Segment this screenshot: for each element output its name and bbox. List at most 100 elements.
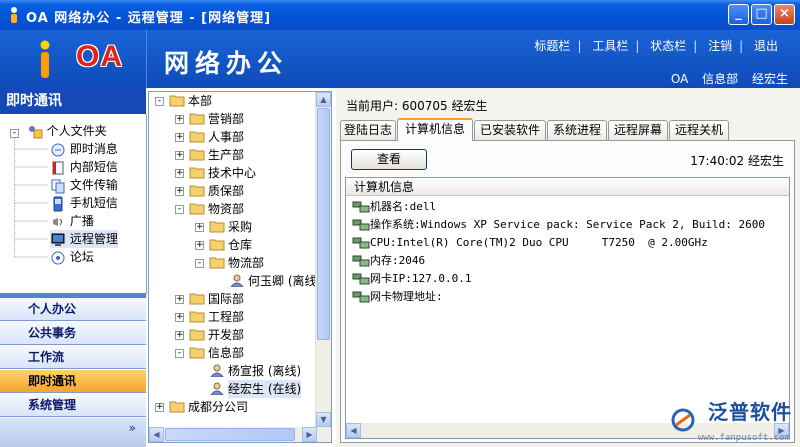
logo-figure-icon (40, 40, 50, 78)
menu-separator: | (635, 39, 640, 53)
user-info: OA 信息部 经宏生 (661, 70, 788, 87)
menu-exit[interactable]: 退出 (754, 39, 778, 53)
tree-node-label: 人事部 (208, 130, 245, 144)
main-panel: 当前用户: 600705 经宏生 登陆日志 计算机信息 已安装软件 系统进程 远… (336, 88, 800, 447)
tree-item-label: 广播 (69, 214, 94, 228)
expand-icon[interactable]: + (175, 169, 184, 178)
tree-item-label: 内部短信 (69, 160, 118, 174)
collapse-icon[interactable]: - (195, 259, 204, 268)
nav-instant-messaging[interactable]: 即时通讯 (0, 370, 146, 393)
info-row-text: CPU:Intel(R) Core(TM)2 Duo CPU T7250 @ 2… (370, 236, 708, 249)
view-button[interactable]: 查看 (351, 149, 427, 170)
info-row[interactable]: 操作系统:Windows XP Service pack: Service Pa… (352, 216, 765, 234)
info-row[interactable]: CPU:Intel(R) Core(TM)2 Duo CPU T7250 @ 2… (352, 234, 708, 252)
network-computer-icon (352, 255, 370, 267)
info-row-text: 网卡物理地址: (370, 290, 443, 303)
tab-installed-software[interactable]: 已安装软件 (474, 120, 546, 140)
scroll-up-icon[interactable]: ▲ (316, 92, 331, 107)
minimize-button[interactable]: _ (728, 4, 749, 25)
info-row-text: 操作系统:Windows XP Service pack: Service Pa… (370, 218, 765, 231)
network-computer-icon (352, 237, 370, 249)
tab-system-process[interactable]: 系统进程 (547, 120, 607, 140)
window-titlebar[interactable]: OA 网络办公 - 远程管理 - [网络管理] _ □ × (0, 0, 800, 30)
expand-icon[interactable]: + (175, 331, 184, 340)
tree-item-mobile-sms[interactable]: 手机短信 (50, 194, 118, 212)
expand-icon[interactable]: + (175, 295, 184, 304)
tree-item-file-transfer[interactable]: 文件传输 (50, 176, 118, 194)
expand-icon[interactable]: + (175, 115, 184, 124)
collapse-icon[interactable]: - (10, 129, 19, 138)
folder-icon (209, 221, 225, 233)
nav-public-affairs[interactable]: 公共事务 (0, 322, 146, 345)
folder-icon (189, 113, 205, 125)
org-tree-panel: - 本部 + 营销部 + 人事部 + 生产部 + 技术中心 + 质保部 - 物资部 + 采购 + 仓库 - 物流部… (148, 91, 332, 443)
expand-icon[interactable]: + (195, 241, 204, 250)
info-row[interactable]: 网卡物理地址: (352, 288, 443, 306)
menu-logout[interactable]: 注销 (708, 39, 732, 53)
user-app: OA (670, 72, 689, 86)
expand-icon[interactable]: + (155, 403, 164, 412)
tree-item-internal-sms[interactable]: 内部短信 (50, 158, 118, 176)
tree-item-label: 远程管理 (69, 232, 118, 246)
header-divider (146, 30, 147, 88)
nav-system-management[interactable]: 系统管理 (0, 394, 146, 417)
tree-node-label: 物流部 (228, 256, 265, 270)
close-button[interactable]: × (774, 4, 795, 25)
vertical-scrollbar[interactable]: ▲ ▼ (315, 92, 331, 442)
scroll-left-icon[interactable]: ◀ (149, 427, 164, 442)
left-panel-title: 即时通讯 (0, 88, 146, 114)
network-computer-icon (352, 219, 370, 231)
expand-icon[interactable]: + (175, 187, 184, 196)
folder-icon (189, 311, 205, 323)
nav-personal-office[interactable]: 个人办公 (0, 298, 146, 321)
personal-folder-icon (28, 125, 43, 138)
tree-item-broadcast[interactable]: 广播 (50, 212, 94, 230)
tree-item-forum[interactable]: 论坛 (50, 248, 94, 266)
user-name: 经宏生 (751, 72, 788, 86)
expand-icon[interactable]: + (175, 313, 184, 322)
time-user-label: 17:40:02 经宏生 (690, 154, 784, 168)
info-row-text: 机器名:dell (370, 200, 437, 213)
horizontal-scrollbar[interactable]: ◀ ▶ (149, 427, 317, 442)
tab-login-log[interactable]: 登陆日志 (340, 120, 396, 140)
collapse-icon[interactable]: - (175, 205, 184, 214)
collapse-icon[interactable]: - (175, 349, 184, 358)
info-row[interactable]: 网卡IP:127.0.0.1 (352, 270, 471, 288)
menu-separator: | (577, 39, 582, 53)
tab-remote-shutdown[interactable]: 远程关机 (669, 120, 729, 140)
scroll-right-icon[interactable]: ▶ (302, 427, 317, 442)
tab-remote-screen[interactable]: 远程屏幕 (608, 120, 668, 140)
scroll-down-icon[interactable]: ▼ (316, 412, 331, 427)
folder-open-icon (189, 347, 205, 359)
tree-node-label: 经宏生 (在线) (228, 380, 302, 398)
info-row[interactable]: 内存:2046 (352, 252, 425, 270)
tab-computer-info[interactable]: 计算机信息 (397, 118, 473, 141)
tree-node-label: 国际部 (208, 292, 245, 306)
expand-icon[interactable]: + (175, 151, 184, 160)
expand-icon[interactable]: + (175, 133, 184, 142)
menu-statusbar[interactable]: 状态栏 (650, 39, 686, 53)
collapse-icon[interactable]: - (155, 97, 164, 106)
info-row[interactable]: 机器名:dell (352, 198, 436, 216)
nav-more-button[interactable]: » (129, 421, 136, 435)
scroll-thumb[interactable] (317, 108, 330, 340)
info-row-text: 内存:2046 (370, 254, 426, 267)
scroll-thumb-horizontal[interactable] (165, 428, 295, 441)
watermark-url: www.fanpusoft.com (697, 433, 790, 443)
menu-toolbar[interactable]: 工具栏 (592, 39, 628, 53)
tree-item-label: 文件传输 (69, 178, 118, 192)
menu-titlebar[interactable]: 标题栏 (534, 39, 570, 53)
left-tree: - 个人文件夹 即时消息 内部短信 文件传输 手机短信 广播 远程管理 论坛 (0, 114, 147, 294)
folder-icon (189, 149, 205, 161)
app-icon (11, 7, 17, 23)
expand-icon[interactable]: + (195, 223, 204, 232)
folder-open-icon (209, 257, 225, 269)
info-row-text: 网卡IP:127.0.0.1 (370, 272, 472, 285)
scroll-left-icon[interactable]: ◀ (346, 423, 361, 438)
nav-workflow[interactable]: 工作流 (0, 346, 146, 369)
tree-item-remote-management[interactable]: 远程管理 (50, 230, 118, 248)
info-list-header[interactable]: 计算机信息 (346, 178, 789, 196)
maximize-button[interactable]: □ (751, 4, 772, 25)
tree-item-instant-message[interactable]: 即时消息 (50, 140, 118, 158)
message-bubble-icon (51, 143, 65, 156)
